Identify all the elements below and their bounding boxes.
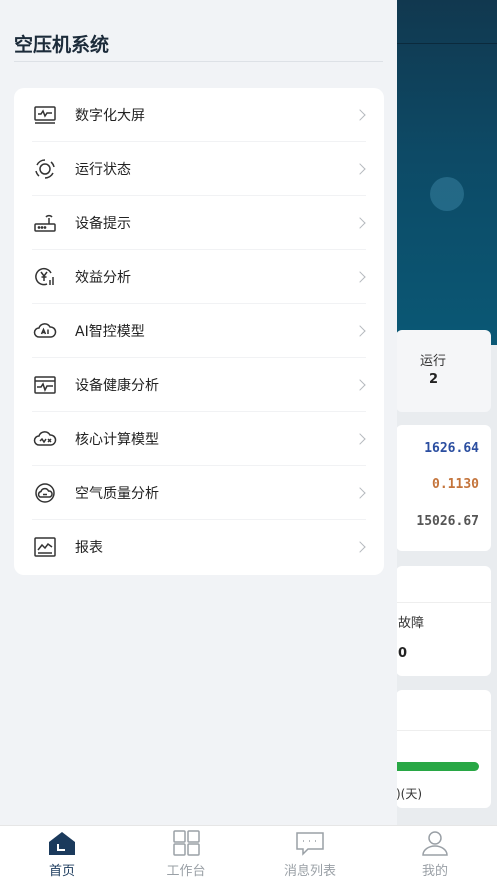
value-1: 1626.64	[424, 441, 479, 456]
heartbeat-monitor-icon	[32, 374, 58, 396]
air-cloud-icon	[32, 482, 58, 504]
card-divider	[396, 730, 491, 731]
tab-home[interactable]: 首页	[0, 826, 124, 883]
card-divider	[396, 602, 491, 603]
menu-item-label: 设备提示	[75, 216, 131, 232]
chevron-right-icon	[354, 379, 366, 391]
menu-item-label: 数字化大屏	[75, 108, 145, 124]
tab-messages[interactable]: 消息列表	[248, 826, 372, 883]
tab-label: 工作台	[166, 864, 206, 879]
grid-icon	[171, 830, 201, 856]
header-decor-circle	[430, 177, 464, 211]
cloud-calc-icon	[32, 428, 58, 450]
menu-item-label: 运行状态	[75, 162, 131, 178]
chevron-right-icon	[354, 541, 366, 553]
menu-item-label: AI智控模型	[75, 324, 145, 340]
menu-item-label: 设备健康分析	[75, 378, 159, 394]
chevron-right-icon	[354, 163, 366, 175]
status-card[interactable]: 运行 2	[396, 330, 491, 412]
chevron-right-icon	[354, 217, 366, 229]
home-icon	[47, 830, 77, 856]
value-3: 15026.67	[416, 514, 479, 529]
menu-item-ai-control-model[interactable]: AI智控模型	[14, 304, 384, 358]
menu-item-label: 空气质量分析	[75, 486, 159, 502]
tab-label: 消息列表	[283, 864, 336, 879]
drawer-menu: 数字化大屏 运行状态 设备提示 效益分析 AI智控模型 设备健康分析 核心计算模…	[14, 88, 384, 575]
menu-item-digital-screen[interactable]: 数字化大屏	[14, 88, 384, 142]
drawer-title: 空压机系统	[14, 34, 110, 56]
health-progress-bar	[396, 762, 479, 771]
menu-item-health-analysis[interactable]: 设备健康分析	[14, 358, 384, 412]
router-icon	[32, 212, 58, 234]
tab-label: 首页	[48, 864, 75, 879]
health-card: )(天)	[396, 690, 491, 808]
bottom-tab-bar: 首页 工作台 消息列表 我的	[0, 825, 497, 883]
menu-item-report[interactable]: 报表	[14, 520, 384, 574]
line-chart-icon	[32, 536, 58, 558]
tab-workbench[interactable]: 工作台	[124, 826, 248, 883]
tab-profile[interactable]: 我的	[373, 826, 497, 883]
message-icon	[295, 830, 325, 856]
ai-cloud-icon	[32, 320, 58, 342]
fault-label: 故障	[398, 616, 425, 631]
menu-item-label: 核心计算模型	[75, 432, 159, 448]
status-value: 2	[429, 372, 439, 387]
refresh-cycle-icon	[32, 158, 58, 180]
menu-item-benefit-analysis[interactable]: 效益分析	[14, 250, 384, 304]
fault-value: 0	[398, 646, 408, 661]
menu-item-air-quality[interactable]: 空气质量分析	[14, 466, 384, 520]
value-2: 0.1130	[432, 477, 479, 492]
drawer-divider	[14, 61, 383, 62]
menu-item-core-calc-model[interactable]: 核心计算模型	[14, 412, 384, 466]
chevron-right-icon	[354, 271, 366, 283]
chevron-right-icon	[354, 487, 366, 499]
side-drawer: 空压机系统 数字化大屏 运行状态 设备提示 效益分析 AI智控模型 设备健康分析…	[0, 0, 397, 825]
menu-item-device-alert[interactable]: 设备提示	[14, 196, 384, 250]
menu-item-label: 效益分析	[75, 270, 131, 286]
values-card: 1626.64 0.1130 15026.67	[396, 425, 491, 551]
health-days-label: )(天)	[396, 787, 423, 801]
yuan-chart-icon	[32, 266, 58, 288]
chevron-right-icon	[354, 433, 366, 445]
menu-item-label: 报表	[75, 540, 103, 556]
chevron-right-icon	[354, 109, 366, 121]
tab-label: 我的	[421, 864, 448, 879]
user-icon	[420, 830, 450, 856]
menu-item-run-status[interactable]: 运行状态	[14, 142, 384, 196]
chevron-right-icon	[354, 325, 366, 337]
monitor-icon	[32, 104, 58, 126]
fault-card[interactable]: 故障 0	[396, 566, 491, 676]
status-label: 运行	[420, 354, 447, 369]
